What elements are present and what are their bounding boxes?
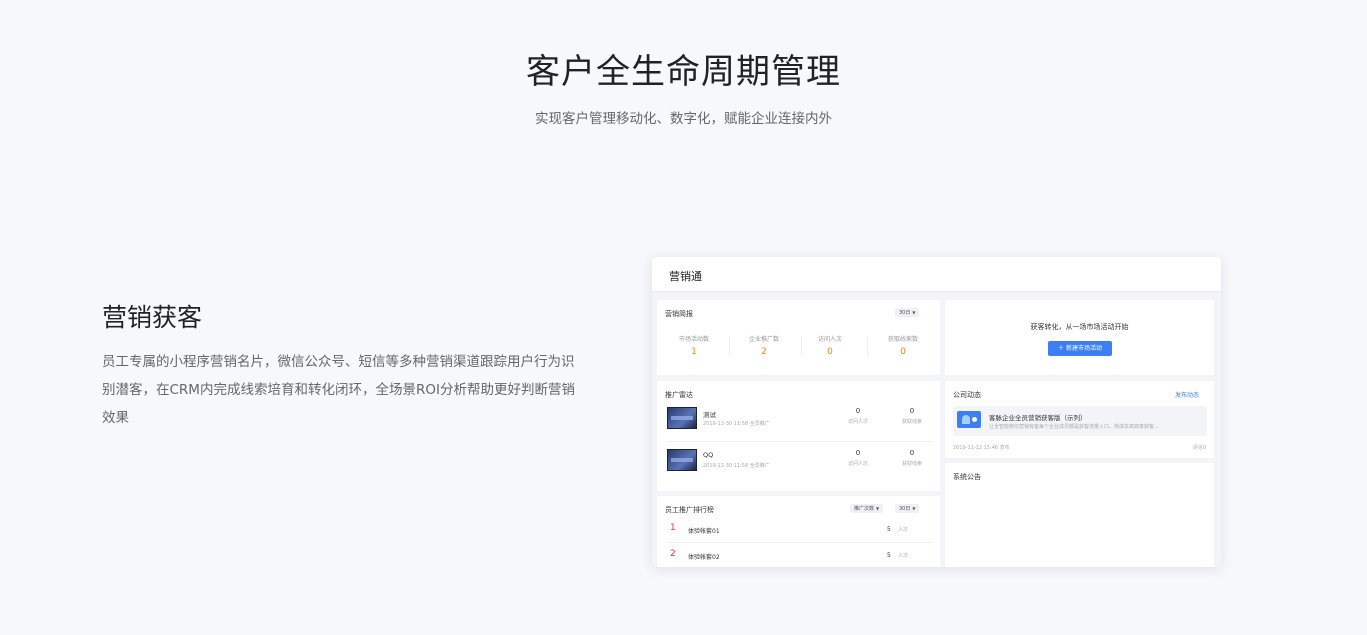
new-activity-button[interactable]: ＋ 新建市场活动: [1048, 341, 1112, 356]
hero-subtitle: 实现客户管理移动化、数字化，赋能企业连接内外: [535, 111, 832, 127]
caret-down-icon: ▼: [912, 506, 916, 511]
ranking-title: 员工推广排行榜: [665, 506, 714, 514]
notice-card: 系统公告: [945, 463, 1214, 567]
app-title: 营销通: [669, 270, 702, 283]
radar-title: 推广雷达: [665, 391, 693, 399]
brief-card: 营销简报 30日 ▼ 市场活动数 1 企业推广数 2 访问人次 0 获取线索数 0: [657, 300, 940, 375]
list-item[interactable]: 测试 2019-12-30 11:58 全员推广 0 访问人次 0 获取线索: [657, 407, 927, 445]
brief-period-select[interactable]: 30日 ▼: [895, 308, 920, 317]
stat-promotions: 企业推广数 2: [748, 336, 779, 357]
news-title: 公司动态: [953, 391, 981, 399]
promo-thumbnail: [667, 449, 697, 471]
promo-thumbnail: [667, 407, 697, 429]
activity-empty-card: 获客转化，从一场市场活动开始 ＋ 新建市场活动: [945, 300, 1214, 375]
table-row: 2 体验帐套02 5 人次: [670, 549, 909, 561]
feature-description: 员工专属的小程序营销名片，微信公众号、短信等多种营销渠道跟踪用户行为识别潜客，在…: [102, 354, 575, 426]
news-comments[interactable]: 评论0: [1193, 444, 1206, 451]
stat-leads: 获取线索数 0: [887, 336, 918, 357]
news-card: 公司动态 发布动态 客脉企业全员营销获客版（示列） 让全智能微信营销有客每个企业…: [945, 381, 1214, 458]
radar-card: 推广雷达 测试 2019-12-30 11:58 全员推广 0 访问人次 0 获…: [657, 381, 940, 491]
divider: [667, 542, 933, 543]
publish-news-link[interactable]: 发布动态: [1175, 390, 1199, 399]
app-header: 营销通: [652, 257, 1221, 292]
ranking-filter-select[interactable]: 推广次数 ▼: [850, 504, 884, 513]
stat-activities: 市场活动数 1: [678, 336, 709, 357]
news-date: 2019-11-12 15:46 发布: [953, 445, 1010, 451]
hero-title: 客户全生命周期管理: [526, 52, 841, 92]
news-image-icon: [957, 411, 981, 428]
notice-title: 系统公告: [953, 473, 981, 481]
table-row: 1 体验帐套01 5 人次: [670, 523, 909, 535]
ranking-card: 员工推广排行榜 推广次数 ▼ 30日 ▼ 1 体验帐套01 5 人次 2 体验帐套0…: [657, 496, 940, 567]
empty-text: 获客转化，从一场市场活动开始: [1030, 323, 1129, 331]
brief-title: 营销简报: [665, 310, 693, 318]
caret-down-icon: ▼: [912, 310, 916, 315]
news-item[interactable]: 客脉企业全员营销获客版（示列） 让全智能微信营销有客每个企业成员都是获客流量入口…: [953, 406, 1207, 436]
stat-visits: 访问人次 0: [817, 336, 842, 357]
divider: [667, 441, 933, 442]
feature-title: 营销获客: [102, 303, 203, 332]
plus-icon: ＋: [1058, 345, 1065, 352]
caret-down-icon: ▼: [876, 506, 880, 511]
list-item[interactable]: QQ 2019-12-30 11:58 全员推广 0 访问人次 0 获取线索: [657, 449, 927, 487]
app-screenshot: 营销通 营销简报 30日 ▼ 市场活动数 1 企业推广数 2 访问人次 0 获取线…: [652, 257, 1221, 567]
ranking-period-select[interactable]: 30日 ▼: [895, 504, 920, 513]
